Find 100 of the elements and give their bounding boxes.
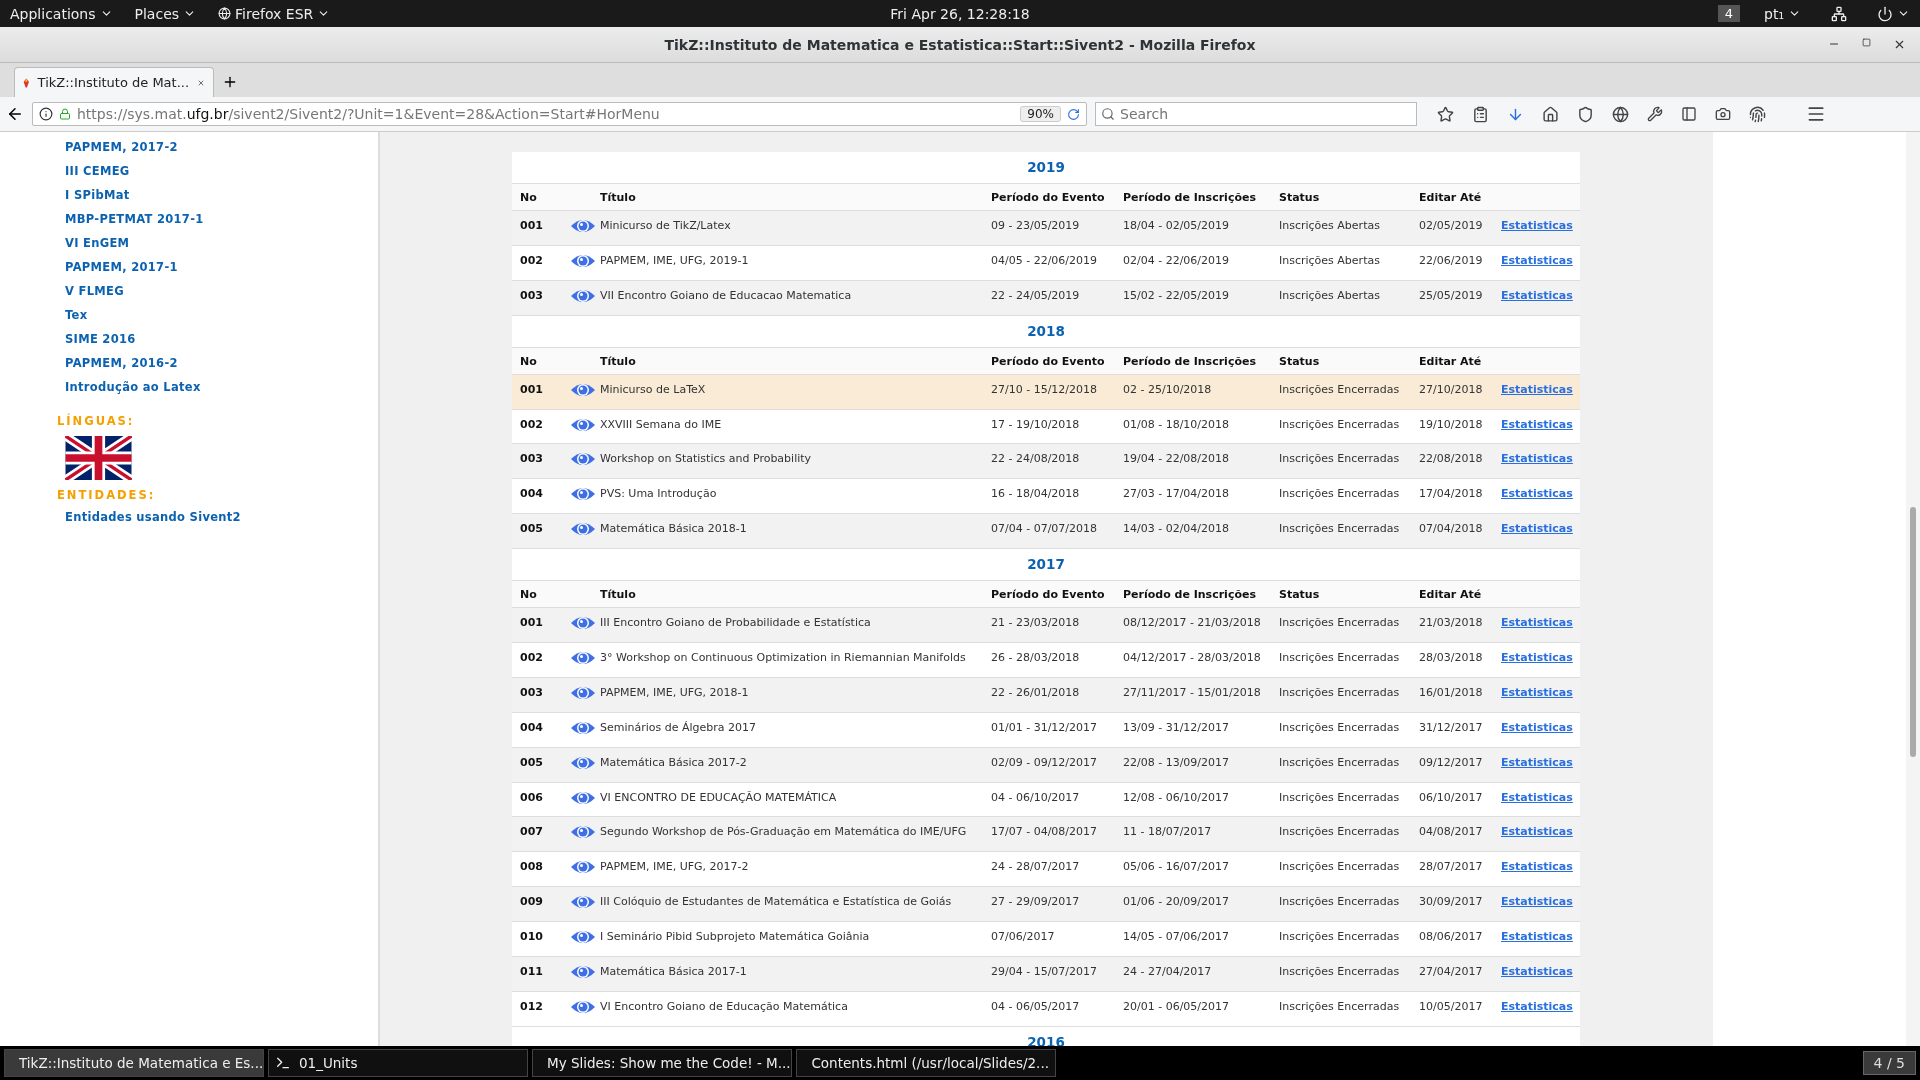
taskbar-item[interactable]: Contents.html (/usr/local/Slides/2... — [796, 1049, 1056, 1077]
browser-tab[interactable]: TikZ::Instituto de Mat... — [14, 67, 214, 97]
menu-icon[interactable] — [1806, 104, 1826, 124]
sidebar-link[interactable]: SIME 2016 — [65, 332, 136, 356]
globe-icon[interactable] — [1612, 105, 1629, 123]
zoom-level[interactable]: 90% — [1020, 106, 1061, 122]
table-cell: Inscrições Encerradas — [1279, 685, 1400, 699]
table-cell: Inscrições Encerradas — [1279, 895, 1400, 909]
sidebar-link[interactable]: VI EnGEM — [65, 236, 130, 260]
view-icon[interactable] — [570, 649, 596, 667]
sidebar-icon[interactable] — [1681, 106, 1697, 122]
wrench-icon[interactable] — [1647, 106, 1663, 122]
statistics-link[interactable]: Estatisticas — [1501, 685, 1573, 699]
statistics-link[interactable]: Estatisticas — [1501, 219, 1573, 232]
table-cell: 27/10 - 15/12/2018 — [991, 382, 1098, 396]
table-cell: Workshop on Statistics and Probability — [600, 452, 812, 466]
table-cell: 19/10/2018 — [1419, 417, 1483, 431]
new-tab-icon[interactable] — [222, 74, 238, 90]
table-cell: 04/12/2017 - 28/03/2018 — [1123, 651, 1261, 664]
statistics-link[interactable]: Estatisticas — [1501, 382, 1573, 396]
workspace-indicator[interactable]: 4 — [1717, 5, 1740, 22]
statistics-link[interactable]: Estatisticas — [1501, 452, 1573, 466]
statistics-link[interactable]: Estatisticas — [1501, 487, 1573, 501]
table-cell: 02/09 - 09/12/2017 — [991, 755, 1098, 769]
keyboard-layout[interactable]: pt₁ — [1764, 5, 1784, 22]
table-row[interactable]: 003 PAPMEM, IME, UFG, 2018-1 22 - 26/01/2018 27/11/2017 - 15/01/2018 Inscrições Encerradas 16/01/2018 Estatisticas — [512, 677, 1580, 713]
column-header: Status — [1279, 191, 1320, 204]
table-cell: 14/03 - 02/04/2018 — [1123, 522, 1230, 536]
table-cell: PVS: Uma Introdução — [600, 487, 717, 501]
statistics-link[interactable]: Estatisticas — [1501, 720, 1573, 734]
statistics-link[interactable]: Estatisticas — [1501, 965, 1573, 979]
workspace-switcher[interactable]: 4 / 5 — [1862, 1051, 1916, 1075]
table-row[interactable]: 003 Workshop on Statistics and Probability 22 - 24/08/2018 19/04 - 22/08/2018 Inscrições Encerradas 22/08/2018 Estatisticas — [512, 444, 1580, 480]
statistics-link[interactable]: Estatisticas — [1501, 651, 1573, 664]
back-icon[interactable] — [6, 105, 24, 123]
home-icon[interactable] — [1542, 105, 1559, 123]
statistics-link[interactable]: Estatisticas — [1501, 755, 1573, 769]
sidebar-link[interactable]: Introdução ao Latex — [65, 380, 201, 404]
table-cell: 20/01 - 06/05/2017 — [1123, 999, 1230, 1013]
sidebar-link[interactable]: PAPMEM, 2017-1 — [65, 260, 178, 284]
screenshot-icon[interactable] — [1715, 106, 1731, 122]
fingerprint-icon[interactable] — [1749, 105, 1766, 123]
statistics-link[interactable]: Estatisticas — [1501, 616, 1573, 630]
table-row[interactable]: 007 Segundo Workshop de Pós-Graduação em Matemática do IME/UFG 17/07 - 04/08/2017 11 - 18/07/2017 Inscrições Encerradas 04/08/2017 Estatisticas — [512, 817, 1580, 853]
sidebar-link[interactable]: MBP-PETMAT 2017-1 — [65, 212, 204, 236]
shield-icon[interactable] — [1577, 105, 1594, 123]
statistics-link[interactable]: Estatisticas — [1501, 790, 1573, 804]
table-row[interactable]: 001 Minicurso de TikZ/Latex 09 - 23/05/2019 18/04 - 02/05/2019 Inscrições Abertas 02/05/2019 Estatisticas — [512, 211, 1580, 246]
statistics-link[interactable]: Estatisticas — [1501, 522, 1573, 536]
statistics-link[interactable]: Estatisticas — [1501, 999, 1573, 1013]
top-menu[interactable]: Applications — [10, 5, 96, 22]
statistics-link[interactable]: Estatisticas — [1501, 825, 1573, 839]
statistics-link[interactable]: Estatisticas — [1501, 253, 1573, 267]
sidebar-link[interactable]: I SPibMat — [65, 188, 130, 212]
search-field[interactable]: Search — [1095, 102, 1417, 126]
reading-list-icon[interactable] — [1472, 105, 1489, 123]
scrollbar-thumb[interactable] — [1910, 507, 1916, 757]
sidebar-link[interactable]: PAPMEM, 2017-2 — [65, 140, 178, 164]
flag-icon[interactable] — [65, 436, 132, 480]
sidebar-link[interactable]: PAPMEM, 2016-2 — [65, 356, 178, 380]
close-icon[interactable] — [1893, 38, 1906, 51]
view-icon[interactable] — [570, 217, 596, 235]
table-row[interactable]: 003 VII Encontro Goiano de Educacao Matematica 22 - 24/05/2019 15/02 - 22/05/2019 Inscrições Abertas 25/05/2019 Estatisticas — [512, 280, 1580, 316]
table-row[interactable]: 005 Matemática Básica 2017-2 02/09 - 09/12/2017 22/08 - 13/09/2017 Inscrições Encerradas 09/12/2017 Estatisticas — [512, 747, 1580, 783]
table-row[interactable]: 005 Matemática Básica 2018-1 07/04 - 07/07/2018 14/03 - 02/04/2018 Inscrições Encerradas 07/04/2018 Estatisticas — [512, 514, 1580, 550]
table-row[interactable]: 011 Matemática Básica 2017-1 29/04 - 15/07/2017 24 - 27/04/2017 Inscrições Encerradas 27/04/2017 Estatisticas — [512, 957, 1580, 992]
statistics-link[interactable]: Estatisticas — [1501, 895, 1573, 909]
table-cell: Inscrições Encerradas — [1279, 999, 1400, 1013]
power-icon[interactable] — [1877, 5, 1893, 22]
taskbar-item[interactable]: TikZ::Instituto de Matematica e Es... — [4, 1049, 264, 1077]
info-icon[interactable] — [39, 107, 53, 121]
table-cell-text: 007 — [519, 825, 543, 839]
sidebar-link[interactable]: Entidades usando Sivent2 — [65, 510, 241, 534]
taskbar-item[interactable]: 01_Units — [268, 1049, 528, 1077]
statistics-link[interactable]: Estatisticas — [1501, 288, 1573, 302]
sidebar-link[interactable]: Tex — [65, 308, 88, 332]
table-cell: Inscrições Encerradas — [1279, 930, 1400, 944]
statistics-link[interactable]: Estatisticas — [1501, 860, 1573, 874]
bookmark-star-icon[interactable] — [1437, 105, 1454, 123]
statistics-link[interactable]: Estatisticas — [1501, 417, 1573, 431]
maximize-icon[interactable] — [1862, 38, 1871, 47]
top-menu[interactable]: Places — [134, 5, 180, 22]
table-cell: Inscrições Encerradas — [1279, 790, 1400, 804]
url-field[interactable]: https://sys.mat.ufg.br/sivent2/Sivent2/?Unit=1&Event=28&Action=Start#HorMenu 90% — [32, 102, 1087, 126]
sidebar-link[interactable]: III CEMEG — [65, 164, 130, 188]
table-row[interactable]: 001 Minicurso de LaTeX 27/10 - 15/12/2018 02 - 25/10/2018 Inscrições Encerradas 27/10/2018 Estatisticas — [512, 374, 1580, 410]
clock[interactable]: Fri Apr 26, 12:28:18 — [890, 5, 1030, 22]
sidebar-link[interactable]: V FLMEG — [65, 284, 124, 308]
table-row[interactable]: 001 III Encontro Goiano de Probabilidade e Estatística 21 - 23/03/2018 08/12/2017 - 21/03/2018 Inscrições Encerradas 21/03/2018 Estatisticas — [512, 608, 1580, 643]
table-cell: Inscrições Encerradas — [1279, 417, 1400, 431]
reload-icon[interactable] — [1067, 107, 1080, 121]
table-cell: 31/12/2017 — [1419, 720, 1483, 734]
network-icon[interactable] — [1831, 5, 1847, 22]
table-row[interactable]: 009 III Colóquio de Estudantes de Matemática e Estatística de Goiás 27 - 29/09/2017 01/06 - 20/09/2017 Inscrições Encerradas 30/09/2017 Estatisticas — [512, 887, 1580, 923]
table-cell: 22 - 24/08/2018 — [991, 452, 1080, 466]
top-menu[interactable]: Firefox ESR — [235, 5, 314, 22]
table-cell-text: 010 — [519, 930, 543, 944]
taskbar-item[interactable]: My Slides: Show me the Code! - M... — [532, 1049, 792, 1077]
table-cell: 22/06/2019 — [1419, 253, 1483, 267]
statistics-link[interactable]: Estatisticas — [1501, 930, 1573, 944]
